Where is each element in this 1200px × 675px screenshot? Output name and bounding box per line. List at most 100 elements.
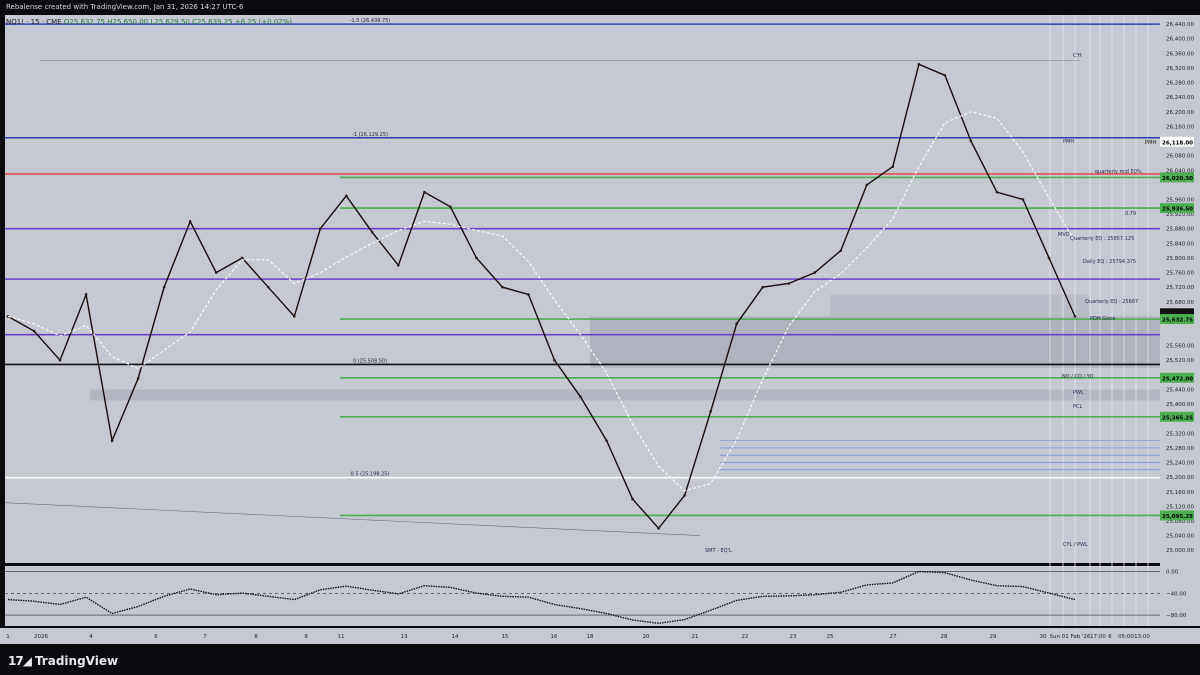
- price-point: [214, 271, 218, 274]
- price-tag-label: 25,472.00: [1162, 376, 1193, 382]
- price-point: [553, 358, 556, 362]
- price-point: [917, 63, 921, 66]
- x-tick-label: 05:00: [1118, 634, 1134, 640]
- tradingview-logo-icon: 17◢: [8, 654, 32, 668]
- tradingview-logo: 17◢ TradingView: [8, 654, 118, 668]
- y-tick-label: 25,560.00: [1166, 344, 1194, 350]
- y-tick-label: 26,280.00: [1166, 81, 1194, 87]
- level-label: -1.5 (26,439.75): [350, 18, 391, 24]
- y-tick-label: 25,440.00: [1166, 387, 1194, 393]
- level-label: -1 (26,129.25): [352, 132, 388, 138]
- x-tick-label: 21: [692, 634, 699, 640]
- price-tag-label: 25,632.75: [1162, 318, 1193, 324]
- x-tick-label: Sun 01 Feb '26: [1050, 634, 1091, 640]
- price-point: [240, 256, 244, 260]
- ohlc-legend: NQ1! · 15 · CME O25,632.75 H25,650.00 L2…: [6, 18, 292, 26]
- price-point: [839, 249, 843, 252]
- y-tick-label: 26,400.00: [1166, 37, 1194, 43]
- osc-tick-label: −40.00: [1166, 591, 1187, 597]
- price-chart[interactable]: -1.5 (26,439.75) -1 (26,129.25) 0 (25,508.…: [0, 0, 1200, 645]
- price-point: [709, 410, 712, 413]
- price-tag-label: 26,020.50: [1162, 176, 1193, 182]
- close-value: C25,639.25: [192, 18, 233, 26]
- osc-tick-label: 0.00: [1166, 569, 1179, 575]
- time-axis-bg: [0, 628, 1200, 644]
- annotation-label: 0.79: [1125, 211, 1136, 217]
- x-tick-label: 11: [338, 634, 345, 640]
- symbol-label[interactable]: NQ1! · 15 · CME: [6, 18, 62, 26]
- price-point: [345, 194, 348, 198]
- x-tick-label: 23: [790, 634, 797, 640]
- price-point: [397, 263, 400, 267]
- x-tick-label: 1: [6, 634, 10, 640]
- x-tick-label: 18: [587, 634, 594, 640]
- y-tick-label: 25,040.00: [1166, 534, 1194, 540]
- y-tick-label: 25,400.00: [1166, 402, 1194, 408]
- zone-rect: [830, 294, 1090, 332]
- zone-rect: [90, 389, 1160, 401]
- y-tick-label: 25,160.00: [1166, 490, 1194, 496]
- price-point: [136, 377, 140, 380]
- x-tick-label: 16: [551, 634, 558, 640]
- y-tick-label: 26,360.00: [1166, 51, 1194, 57]
- x-tick-label: 13: [401, 634, 408, 640]
- price-point: [787, 282, 791, 285]
- price-tag-label: 26,118.00: [1162, 140, 1193, 146]
- annotation-label: MVD: [1058, 232, 1070, 238]
- y-tick-label: 25,800.00: [1166, 256, 1194, 262]
- x-tick-label: 14: [452, 634, 459, 640]
- price-point: [657, 526, 660, 530]
- price-point: [1073, 315, 1077, 318]
- price-point: [761, 285, 765, 289]
- price-point: [579, 395, 582, 399]
- price-point: [995, 190, 999, 194]
- price-point: [813, 271, 817, 274]
- annotation-label: quarterly mid 50%: [1095, 169, 1142, 175]
- y-tick-label: 25,720.00: [1166, 285, 1194, 291]
- y-tick-label: 26,160.00: [1166, 124, 1194, 130]
- price-point: [318, 227, 322, 231]
- open-value: O25,632.75: [63, 18, 105, 26]
- annotation-label: Quarterly EQ : 25857.125: [1070, 236, 1134, 242]
- annotation-label: PCL: [1073, 404, 1083, 410]
- y-tick-label: 25,000.00: [1166, 548, 1194, 554]
- y-tick-label: 25,760.00: [1166, 271, 1194, 277]
- x-tick-label: 17:00: [1090, 634, 1106, 640]
- annotation-label: ND / CO / YO: [1062, 374, 1094, 380]
- y-tick-label: 25,520.00: [1166, 358, 1194, 364]
- annotation-label: Quarterly EQ : 25687: [1085, 299, 1138, 305]
- annotation-label: PMH: [1063, 139, 1074, 145]
- high-value: H25,650.00: [107, 18, 149, 26]
- annotation-label: Daily EQ : 25794.375: [1083, 259, 1136, 265]
- x-tick-label: 30: [1040, 634, 1047, 640]
- chart-frame: Rebalense created with TradingView.com, …: [0, 0, 1200, 675]
- price-point: [266, 285, 270, 289]
- y-tick-label: 25,280.00: [1166, 446, 1194, 452]
- y-tick-label: 25,320.00: [1166, 431, 1194, 437]
- price-point: [683, 494, 686, 497]
- y-tick-label: 26,240.00: [1166, 95, 1194, 101]
- y-tick-label: 25,680.00: [1166, 300, 1194, 306]
- annotation-label: C'H: [1073, 53, 1082, 59]
- annotation-label: CYL / PWL: [1063, 542, 1088, 548]
- price-point: [865, 183, 869, 187]
- price-point: [735, 322, 738, 326]
- price-point: [943, 73, 947, 77]
- y-tick-label: 25,200.00: [1166, 475, 1194, 481]
- y-tick-label: 26,080.00: [1166, 154, 1194, 160]
- price-point: [110, 439, 114, 442]
- x-tick-label: 22: [742, 634, 749, 640]
- price-point: [891, 165, 895, 168]
- oscillator-pane-bg: [5, 566, 1160, 626]
- y-tick-label: 26,320.00: [1166, 66, 1194, 72]
- price-point: [631, 497, 634, 501]
- price-point: [969, 139, 973, 143]
- price-point: [423, 190, 426, 194]
- y-tick-label: 25,240.00: [1166, 461, 1194, 467]
- x-tick-label: 25: [827, 634, 834, 640]
- price-point: [527, 293, 530, 296]
- x-tick-label: 7: [203, 634, 207, 640]
- y-tick-label: 25,120.00: [1166, 504, 1194, 510]
- y-tick-label: 26,440.00: [1166, 22, 1194, 28]
- annotation-label: PWL: [1073, 390, 1084, 396]
